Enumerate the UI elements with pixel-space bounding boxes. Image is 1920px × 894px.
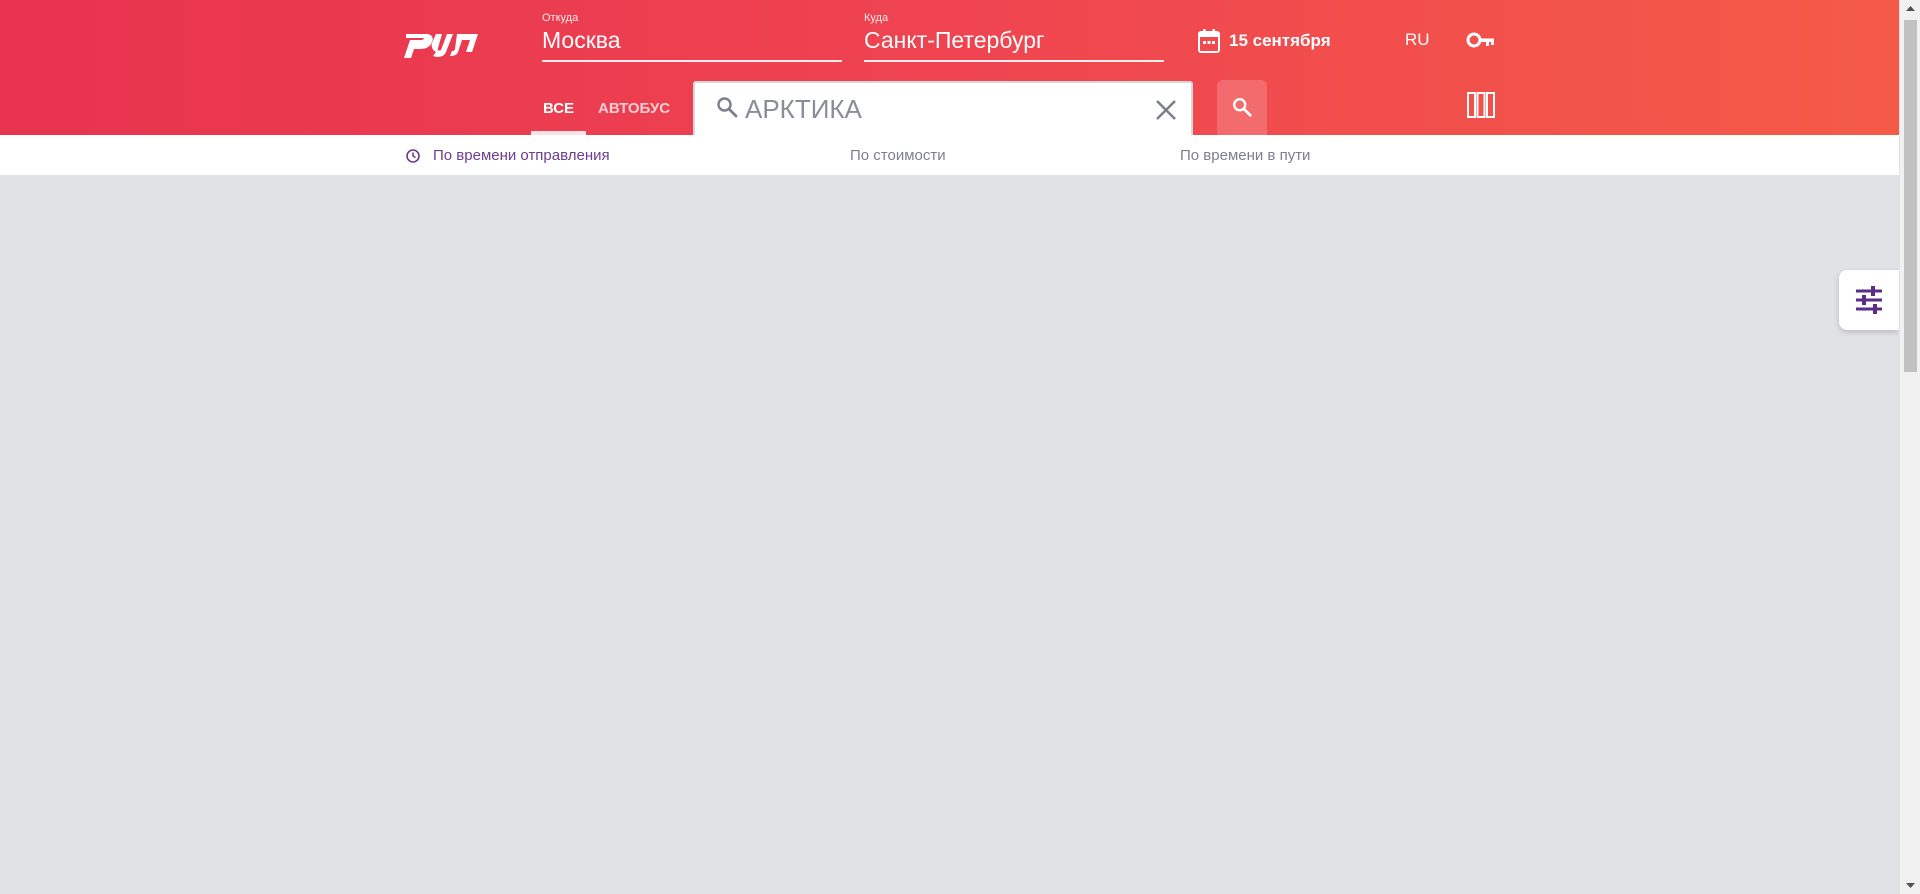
close-icon[interactable]: [1153, 97, 1179, 123]
stations-icon[interactable]: [1466, 91, 1496, 119]
clock-icon: [406, 148, 420, 163]
to-value[interactable]: Санкт-Петербург: [864, 27, 1044, 54]
sort-by-departure-label: По времени отправления: [433, 147, 610, 164]
search-icon: [717, 97, 738, 118]
scroll-up-arrow-icon[interactable]: [1900, 0, 1920, 17]
search-button[interactable]: [1217, 80, 1267, 135]
sort-by-price[interactable]: По стоимости: [850, 147, 946, 164]
rzd-logo[interactable]: [402, 22, 482, 60]
sort-bar: По времени отправления По стоимости По в…: [0, 135, 1899, 175]
to-field[interactable]: Куда Санкт-Петербург: [864, 12, 1164, 62]
sort-by-duration[interactable]: По времени в пути: [1180, 147, 1310, 164]
language-switch[interactable]: RU: [1405, 30, 1430, 50]
filter-sliders-icon: [1856, 286, 1882, 314]
search-icon: [1233, 98, 1252, 117]
page-scrollbar[interactable]: [1899, 0, 1920, 894]
date-picker[interactable]: 15 сентября: [1197, 28, 1331, 54]
date-value: 15 сентября: [1229, 31, 1331, 50]
key-icon[interactable]: [1466, 30, 1496, 50]
tab-all[interactable]: ВСЕ: [531, 100, 586, 135]
scroll-thumb[interactable]: [1904, 20, 1917, 372]
tab-bus[interactable]: АВТОБУС: [598, 100, 670, 117]
calendar-icon: [1198, 29, 1220, 53]
train-search-input[interactable]: [745, 91, 1135, 127]
top-header: Откуда Москва Куда Санкт-Петербург 15 се…: [0, 0, 1899, 135]
filter-button[interactable]: [1839, 270, 1899, 330]
scroll-down-arrow-icon[interactable]: [1900, 877, 1920, 894]
from-label: Откуда: [542, 12, 579, 24]
to-label: Куда: [864, 12, 889, 24]
train-search-box[interactable]: [693, 81, 1193, 135]
sort-by-departure[interactable]: По времени отправления: [405, 147, 610, 164]
from-value[interactable]: Москва: [542, 27, 621, 54]
from-field[interactable]: Откуда Москва: [542, 12, 842, 62]
